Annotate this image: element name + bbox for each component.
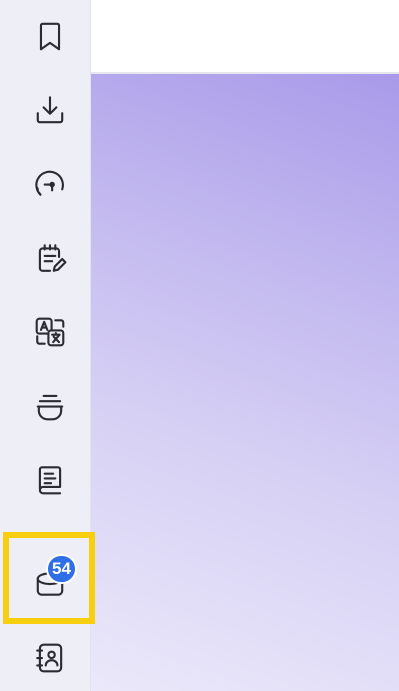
translate-icon — [35, 317, 65, 347]
inbox-count-badge: 54 — [46, 554, 77, 584]
gauge-icon — [35, 170, 64, 196]
sidebar-item-gauge[interactable] — [14, 154, 86, 214]
sidebar — [0, 0, 91, 691]
bowl-icon — [36, 394, 64, 421]
bookmark-icon — [39, 22, 61, 51]
sidebar-item-notes[interactable] — [14, 228, 86, 288]
sidebar-item-translate[interactable] — [14, 302, 86, 362]
sidebar-item-bookmark[interactable] — [14, 6, 86, 66]
top-bar — [91, 0, 399, 74]
sidebar-item-bowl[interactable] — [14, 376, 86, 436]
content-area — [91, 74, 399, 691]
sidebar-item-book[interactable] — [14, 450, 86, 510]
contacts-book-icon — [36, 643, 63, 673]
download-icon — [36, 96, 64, 124]
clipboard-edit-icon — [38, 244, 67, 272]
sidebar-item-contacts[interactable] — [14, 628, 86, 688]
book-icon — [38, 466, 62, 495]
sidebar-item-download[interactable] — [14, 80, 86, 140]
